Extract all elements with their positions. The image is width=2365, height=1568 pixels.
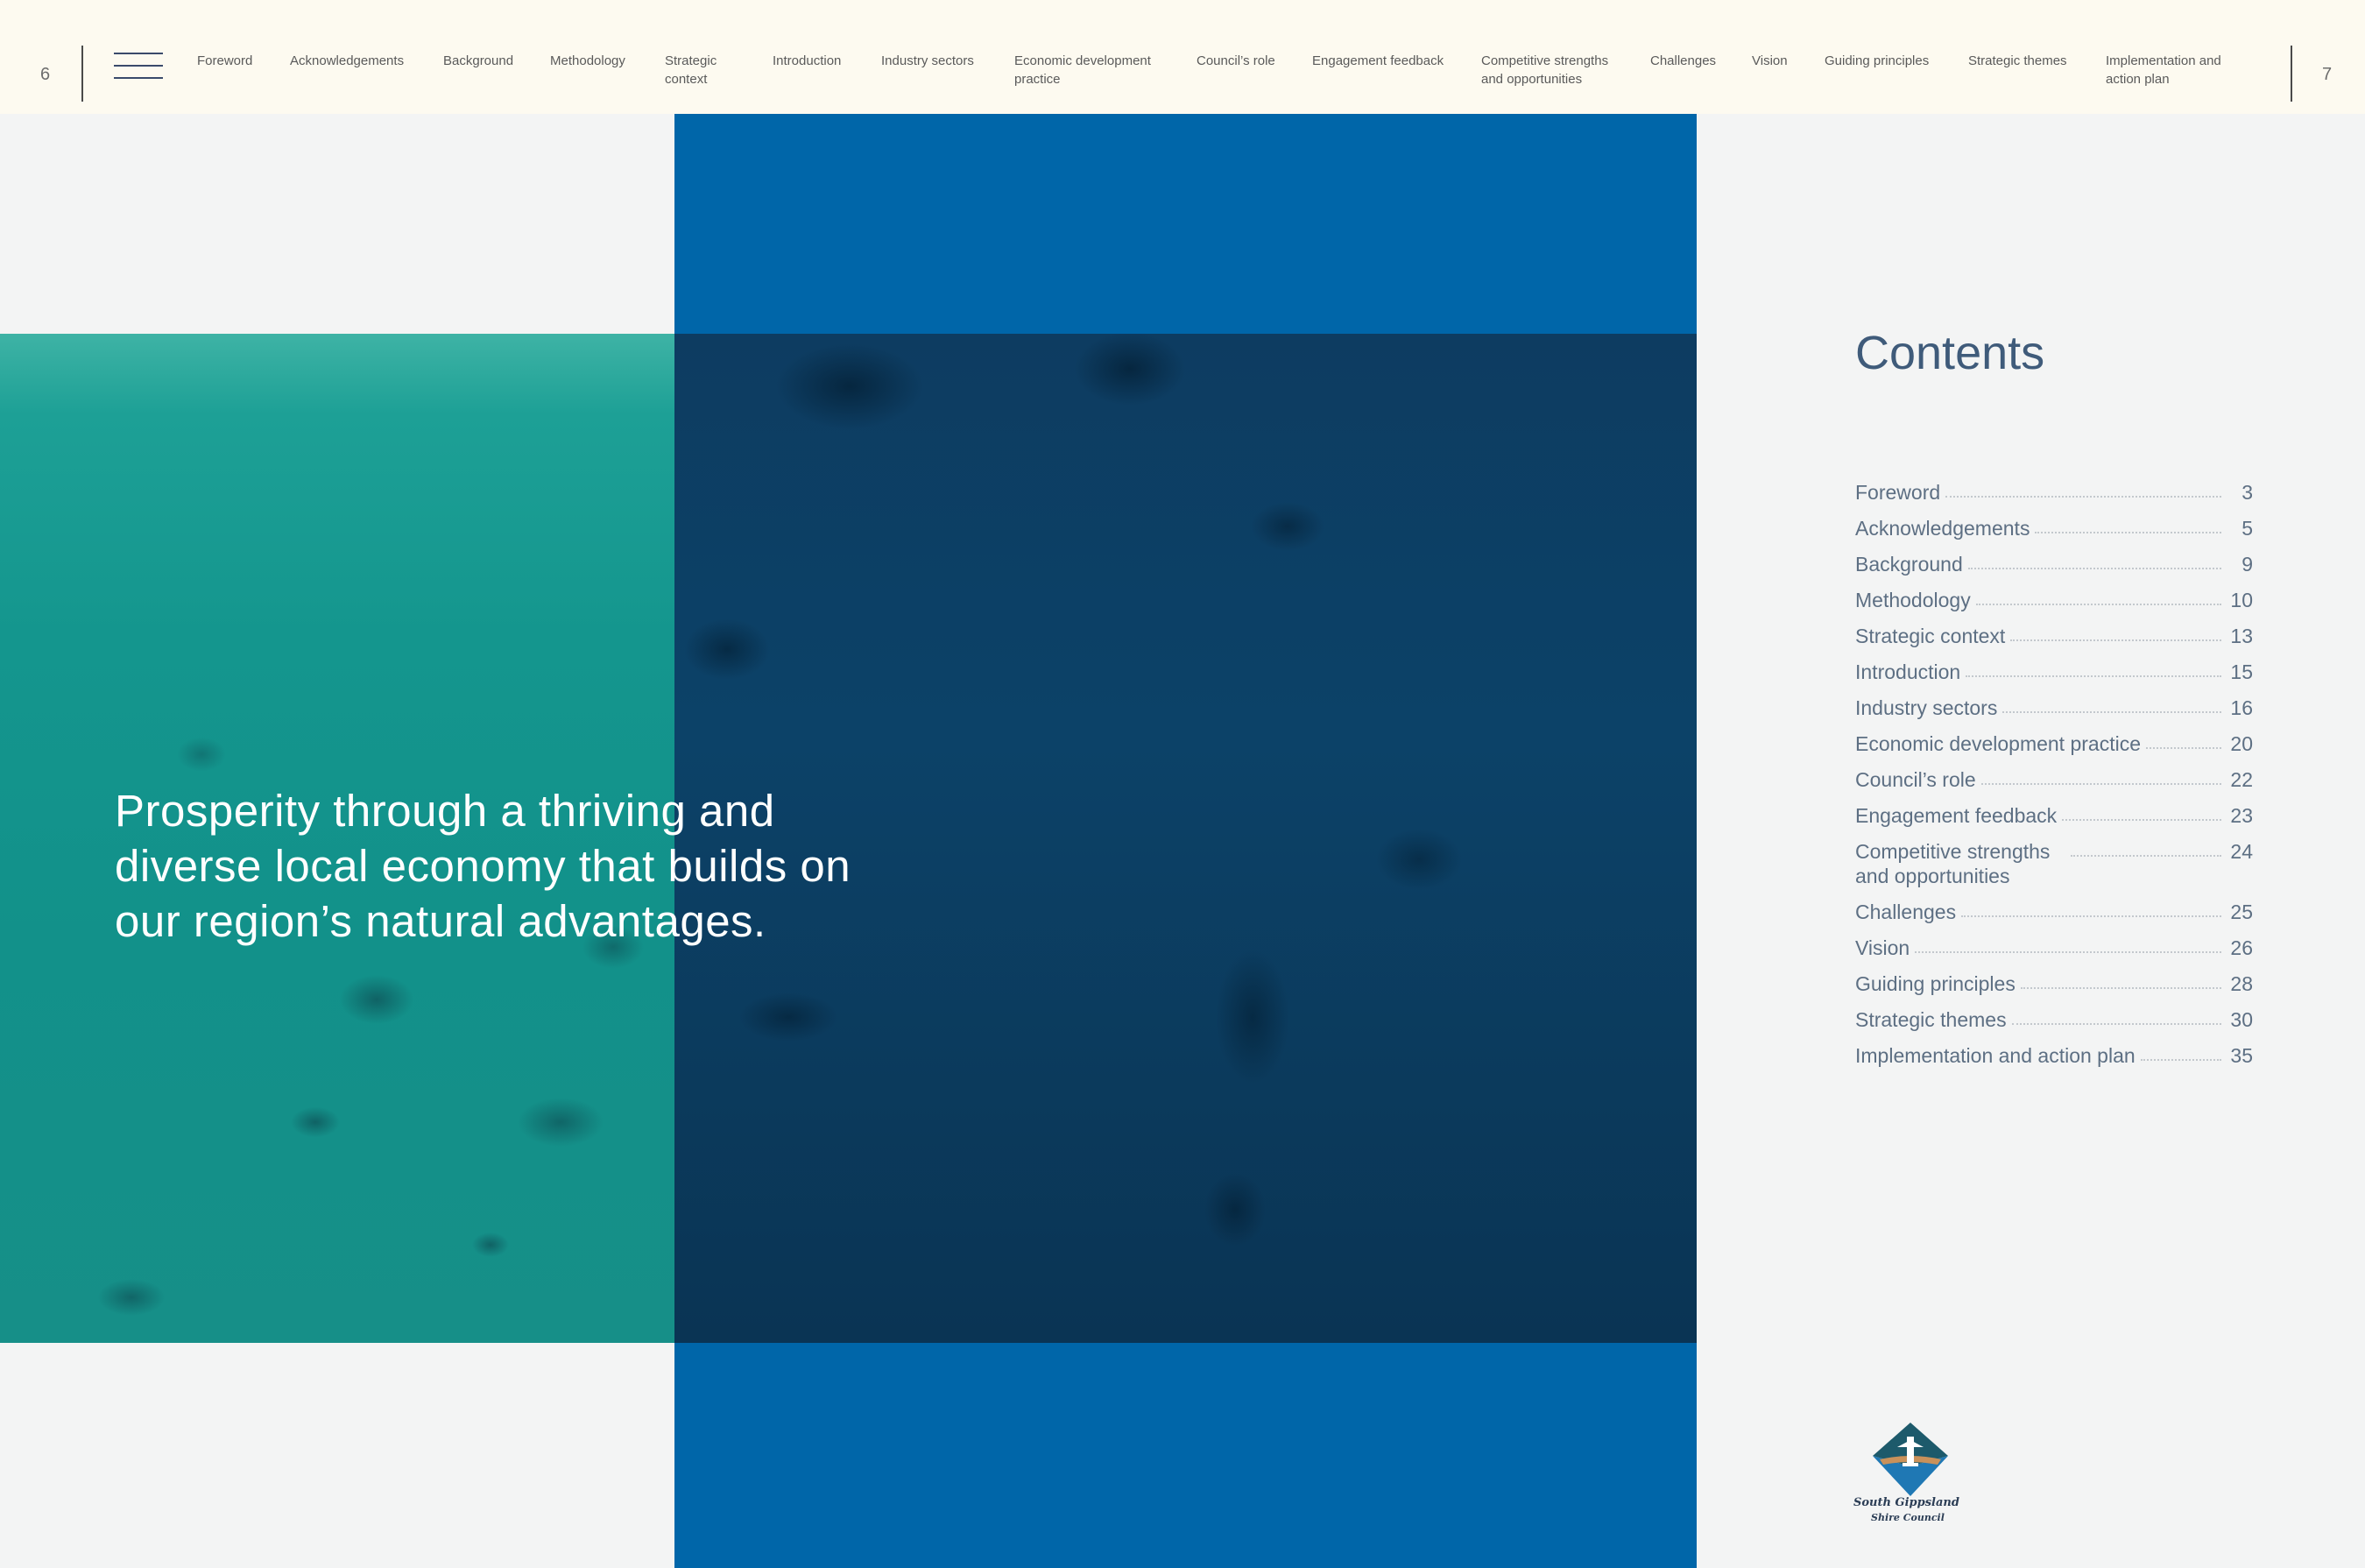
toc-page-number: 5 [2241, 517, 2253, 540]
logo-line-1: South Gippsland [1853, 1496, 1959, 1509]
nav-competitive-strengths[interactable]: Competitive strengths and opportunities [1481, 52, 1630, 88]
toc-item-guiding-principles[interactable]: Guiding principles 28 [1855, 971, 2253, 996]
toc-page-number: 22 [2230, 768, 2253, 791]
toc-page-number: 28 [2230, 972, 2253, 995]
table-of-contents: Foreword 3 Acknowledgements 5 Background… [1855, 480, 2253, 1079]
toc-item-economic-development-practice[interactable]: Economic development practice 20 [1855, 731, 2253, 756]
toc-label: Methodology [1855, 589, 1971, 611]
toc-item-foreword[interactable]: Foreword 3 [1855, 480, 2253, 505]
council-crest-icon [1873, 1423, 1948, 1496]
toc-label: Foreword [1855, 481, 1941, 504]
divider-left [81, 46, 83, 102]
nav-industry-sectors[interactable]: Industry sectors [881, 52, 974, 70]
toc-item-competitive-strengths[interactable]: Competitive strengths and opportunities … [1855, 839, 2253, 888]
toc-label: Vision [1855, 936, 1910, 959]
toc-item-methodology[interactable]: Methodology 10 [1855, 588, 2253, 612]
toc-leader-dots [2011, 1007, 2221, 1025]
divider-right [2291, 46, 2292, 102]
toc-item-engagement-feedback[interactable]: Engagement feedback 23 [1855, 803, 2253, 828]
contents-title: Contents [1855, 327, 2045, 379]
vision-headline: Prosperity through a thriving and divers… [115, 786, 851, 946]
toc-label: Acknowledgements [1855, 517, 2030, 540]
toc-leader-dots [2062, 803, 2221, 821]
toc-label: Implementation and action plan [1855, 1044, 2136, 1067]
toc-label: Engagement feedback [1855, 804, 2058, 827]
nav-vision[interactable]: Vision [1752, 52, 1788, 70]
toc-label: Challenges [1855, 901, 1957, 923]
toc-page-number: 35 [2230, 1044, 2253, 1067]
toc-leader-dots [2140, 1043, 2221, 1061]
toc-label: Industry sectors [1855, 696, 1998, 719]
toc-leader-dots [2010, 624, 2221, 641]
toc-item-introduction[interactable]: Introduction 15 [1855, 660, 2253, 684]
nav-implementation-and-action-plan[interactable]: Implementation and action plan [2106, 52, 2246, 88]
hamburger-menu-icon[interactable] [114, 51, 163, 81]
toc-leader-dots [1945, 480, 2221, 498]
nav-acknowledgements[interactable]: Acknowledgements [290, 52, 404, 70]
toc-item-strategic-themes[interactable]: Strategic themes 30 [1855, 1007, 2253, 1032]
council-logo: South Gippsland Shire Council [1853, 1421, 1967, 1529]
nav-introduction[interactable]: Introduction [773, 52, 841, 70]
nav-engagement-feedback[interactable]: Engagement feedback [1312, 52, 1444, 70]
toc-item-vision[interactable]: Vision 26 [1855, 936, 2253, 960]
blue-band-top [674, 114, 1697, 334]
page-number-left: 6 [40, 65, 51, 84]
toc-page-number: 10 [2230, 589, 2253, 611]
toc-page-number: 25 [2230, 901, 2253, 923]
toc-page-number: 3 [2241, 481, 2253, 504]
toc-leader-dots [1961, 900, 2221, 917]
toc-page-number: 24 [2230, 840, 2253, 863]
toc-leader-dots [2146, 731, 2221, 749]
toc-leader-dots [2035, 516, 2221, 533]
page-number-right: 7 [2322, 65, 2333, 84]
nav-background[interactable]: Background [443, 52, 513, 70]
toc-label: Guiding principles [1855, 972, 2016, 995]
nav-challenges[interactable]: Challenges [1650, 52, 1716, 70]
toc-label: Background [1855, 553, 1963, 576]
toc-label: Strategic themes [1855, 1008, 2007, 1031]
toc-page-number: 20 [2230, 732, 2253, 755]
nav-strategic-themes[interactable]: Strategic themes [1968, 52, 2067, 70]
toc-item-councils-role[interactable]: Council’s role 22 [1855, 767, 2253, 792]
nav-economic-development-practice[interactable]: Economic development practice [1014, 52, 1172, 88]
toc-item-implementation-and-action-plan[interactable]: Implementation and action plan 35 [1855, 1043, 2253, 1068]
nav-foreword[interactable]: Foreword [197, 52, 252, 70]
blue-band-bottom [674, 1343, 1697, 1568]
toc-page-number: 23 [2230, 804, 2253, 827]
toc-leader-dots [2071, 839, 2221, 857]
nav-guiding-principles[interactable]: Guiding principles [1825, 52, 1929, 70]
toc-page-number: 26 [2230, 936, 2253, 959]
toc-item-background[interactable]: Background 9 [1855, 552, 2253, 576]
toc-leader-dots [1967, 552, 2221, 569]
toc-leader-dots [2020, 971, 2221, 989]
toc-label: Economic development practice [1855, 732, 2141, 755]
nav-methodology[interactable]: Methodology [550, 52, 625, 70]
nav-strategic-context[interactable]: Strategic context [665, 52, 735, 88]
toc-page-number: 15 [2230, 660, 2253, 683]
nav-councils-role[interactable]: Council’s role [1197, 52, 1275, 70]
toc-leader-dots [1975, 588, 2221, 605]
toc-label: Introduction [1855, 660, 1961, 683]
toc-page-number: 13 [2230, 625, 2253, 647]
toc-leader-dots [1915, 936, 2221, 953]
toc-label: Competitive strengths and opportunities [1855, 840, 2051, 887]
toc-item-acknowledgements[interactable]: Acknowledgements 5 [1855, 516, 2253, 540]
toc-item-challenges[interactable]: Challenges 25 [1855, 900, 2253, 924]
toc-item-industry-sectors[interactable]: Industry sectors 16 [1855, 696, 2253, 720]
toc-item-strategic-context[interactable]: Strategic context 13 [1855, 624, 2253, 648]
logo-line-2: Shire Council [1871, 1512, 1945, 1523]
toc-leader-dots [1980, 767, 2221, 785]
toc-page-number: 16 [2230, 696, 2253, 719]
toc-page-number: 9 [2241, 553, 2253, 576]
toc-leader-dots [2002, 696, 2221, 713]
toc-label: Strategic context [1855, 625, 2006, 647]
toc-page-number: 30 [2230, 1008, 2253, 1031]
top-navigation-bar: 6 Foreword Acknowledgements Background M… [0, 0, 2365, 114]
toc-leader-dots [1966, 660, 2221, 677]
toc-label: Council’s role [1855, 768, 1976, 791]
